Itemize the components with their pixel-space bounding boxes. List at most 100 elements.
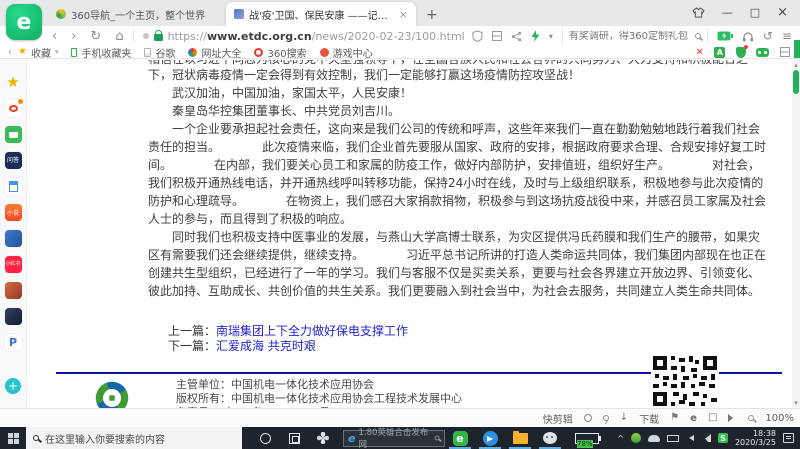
quick-clip-button[interactable]: 快剪辑 (543, 411, 573, 426)
chevron-down-icon[interactable]: ▾ (549, 32, 553, 41)
site-safety-shield-icon[interactable] (472, 30, 483, 42)
tray-s-app-icon[interactable]: S (718, 433, 728, 443)
tab-360-nav[interactable]: 360导航_一个主页，整个世界 (48, 2, 226, 26)
prev-article-link[interactable]: 南瑞集团上下全力做好保电支撑工作 (216, 324, 408, 338)
article-paragraph: 下，冠状病毒疫情一定会得到有效控制，我们一定能够打赢这场疫情防控攻坚战！ (148, 66, 768, 84)
xiaohongshu-icon[interactable]: 小红书 (5, 256, 22, 273)
dropdown-dot[interactable]: · (708, 48, 711, 57)
pinwheel-app-icon[interactable] (316, 431, 330, 445)
cortana-icon[interactable] (260, 433, 271, 444)
scroll-up-arrow[interactable]: ▴ (792, 60, 800, 70)
battery-widget[interactable]: 78% (575, 433, 601, 444)
taskbar-app-wechat[interactable] (535, 427, 565, 449)
taskbar-edge-search-box[interactable]: e 1.80英雄合击发布网 (343, 430, 445, 447)
game-app-blue-icon[interactable] (5, 230, 22, 247)
site-info-dot-icon[interactable] (143, 33, 149, 39)
task-view-icon[interactable] (289, 433, 300, 444)
tray-updater-icon[interactable] (631, 433, 641, 443)
sidebar-pull-handle[interactable] (794, 40, 800, 58)
taskbar-app-360browser[interactable]: e (445, 427, 475, 449)
new-tab-button[interactable]: + (416, 7, 448, 26)
window-mode-icon[interactable]: □ (708, 413, 717, 423)
toolbar-search-input[interactable] (569, 31, 695, 42)
collapse-sidebar-icon[interactable]: ‹ (8, 47, 12, 58)
dropdown-dot[interactable]: · (773, 48, 776, 57)
taskbar-app-blue[interactable] (475, 427, 505, 449)
taskbar-app-explorer[interactable] (505, 427, 535, 449)
minimize-button[interactable]: — (722, 6, 733, 19)
search-icon[interactable] (695, 33, 701, 39)
chevron-down-icon[interactable]: ▾ (55, 48, 59, 56)
back-button[interactable]: ‹ (52, 30, 57, 43)
live-screenshot-icon[interactable] (5, 126, 22, 143)
battery-saver-icon[interactable] (717, 31, 733, 41)
download-button[interactable]: 下载 (639, 411, 659, 426)
forward-button[interactable]: › (71, 30, 76, 43)
restore-session-icon[interactable]: ↺ (763, 29, 773, 43)
p-app-icon[interactable]: P (5, 334, 22, 351)
tray-cloud-icon[interactable] (648, 435, 660, 442)
speed-lightning-icon[interactable] (531, 30, 540, 42)
next-article-link[interactable]: 汇爱成海 共克时艰 (216, 339, 316, 353)
bookmark-game-center[interactable]: 游戏中心 (320, 45, 373, 60)
share-icon[interactable] (511, 31, 522, 42)
tray-chevron-icon[interactable]: ^ (617, 434, 624, 443)
home-button[interactable]: ⌂ (115, 30, 123, 43)
address-bar[interactable]: https://www.etdc.org.cn/news/2020-02-23/… (168, 30, 465, 43)
phone-icon (71, 48, 77, 57)
bookmark-site-directory[interactable]: 网址大全 (188, 45, 241, 60)
proxy-circle-icon[interactable] (584, 414, 592, 422)
quick-clip-icon[interactable]: ✕ (695, 47, 703, 58)
extensions-grid-icon[interactable] (780, 47, 790, 57)
game-app-dark-icon[interactable] (5, 308, 22, 325)
safety-shield-icon[interactable] (736, 47, 746, 58)
clock-date: 2020/3/25 (735, 438, 776, 448)
prev-label: 上一篇： (168, 324, 216, 338)
scroll-down-arrow[interactable]: ▾ (792, 398, 800, 408)
browser-360-logo[interactable]: e (6, 4, 42, 40)
download-arrow-icon[interactable]: ↓ (620, 413, 628, 423)
report-flag-icon[interactable]: ⚑ (670, 413, 679, 423)
game-app-orange-icon[interactable] (5, 282, 22, 299)
tray-battery-icon[interactable] (667, 435, 679, 442)
zoom-magnifier-icon[interactable] (748, 415, 754, 421)
bookmark-favorites[interactable]: ★ 收藏 ▾ (18, 45, 58, 60)
taskbar-search-box[interactable]: 在这里输入你要搜索的内容 (26, 427, 242, 449)
taskbar-clock[interactable]: 18:38 2020/3/25 (735, 429, 776, 448)
weibo-icon[interactable] (5, 100, 22, 117)
tab-close-icon[interactable]: × (399, 8, 408, 21)
page-scrollbar[interactable]: ▴ ▾ (792, 60, 800, 408)
add-sidebar-app-icon[interactable]: + (5, 378, 21, 394)
bookmark-google[interactable]: 谷歌 (144, 45, 175, 60)
main-menu-icon[interactable]: ≡ (782, 29, 792, 43)
bookmark-mobile-favorites[interactable]: 手机收藏夹 (71, 45, 131, 60)
scrollbar-thumb[interactable] (793, 70, 799, 94)
mute-speaker-icon[interactable] (728, 414, 737, 422)
ie-compat-icon[interactable]: e (690, 413, 697, 424)
dropdown-dot[interactable]: · (750, 48, 753, 57)
theme-skin-icon[interactable] (692, 7, 705, 18)
gamepad-icon[interactable] (756, 48, 769, 57)
notification-center-icon[interactable] (783, 433, 794, 443)
dropdown-dot[interactable]: · (729, 48, 732, 57)
close-window-button[interactable]: × (777, 5, 788, 20)
audio-headphones-icon[interactable] (742, 31, 754, 42)
favorites-star-icon[interactable]: ★ (5, 74, 22, 91)
ssl-lock-icon[interactable] (154, 34, 163, 41)
tab-title: 战'疫'卫国、保民安康 ——记华... (249, 7, 394, 22)
tray-network-icon[interactable] (701, 434, 711, 442)
document-app-icon[interactable] (5, 178, 22, 195)
start-button[interactable] (0, 427, 26, 449)
bookmark-360-search[interactable]: 360搜索 (254, 45, 306, 60)
refresh-button[interactable]: ↻ (90, 30, 101, 43)
news-app-icon[interactable]: 问答 (5, 152, 22, 169)
tray-speaker-icon[interactable] (686, 435, 694, 441)
maximize-button[interactable]: □ (750, 6, 760, 19)
zoom-level[interactable]: 100% (765, 413, 794, 424)
toolbar-search-box[interactable] (562, 28, 708, 44)
translate-collect-icon[interactable]: A (714, 47, 725, 58)
novel-app-icon[interactable]: 小说 (5, 204, 22, 221)
pin-icon[interactable] (603, 415, 609, 421)
tab-article-active[interactable]: 战'疫'卫国、保民安康 ——记华... × (226, 2, 416, 26)
reading-grid-icon[interactable] (492, 31, 502, 41)
